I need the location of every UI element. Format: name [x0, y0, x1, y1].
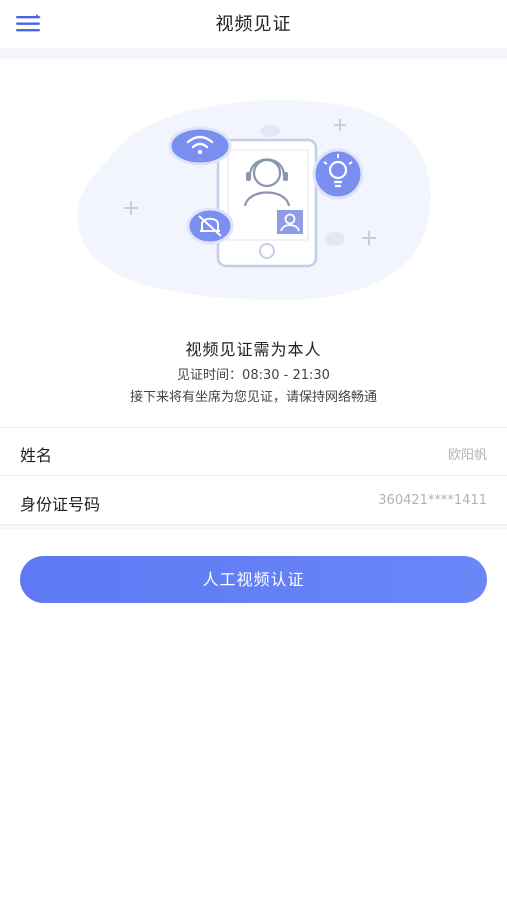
bell-off-icon [186, 207, 234, 245]
witness-note-text: 接下来将有坐席为您见证，请保持网络畅通 [129, 390, 377, 405]
phone-icon [216, 138, 318, 268]
wifi-icon [168, 126, 232, 166]
id-number-row: 身份证号码 360421****1411 [0, 477, 507, 525]
form-bottom-band [0, 525, 507, 529]
video-witness-illustration [70, 88, 440, 318]
id-number-label: 身份证号码 [20, 495, 101, 514]
id-number-value: 360421****1411 [378, 493, 487, 508]
lightbulb-icon [312, 148, 364, 200]
header-divider [0, 48, 507, 59]
name-value: 欧阳帆 [447, 448, 487, 463]
manual-video-verify-button[interactable]: 人工视频认证 [20, 556, 487, 603]
row-divider [0, 475, 507, 476]
witness-requirement-title: 视频见证需为本人 [185, 340, 322, 359]
witness-time-text: 见证时间：08:30 - 21:30 [177, 368, 330, 383]
name-row: 姓名 欧阳帆 [0, 428, 507, 476]
app-header: 视频见证 [0, 0, 507, 48]
page-title: 视频见证 [215, 14, 292, 35]
name-label: 姓名 [20, 446, 53, 465]
